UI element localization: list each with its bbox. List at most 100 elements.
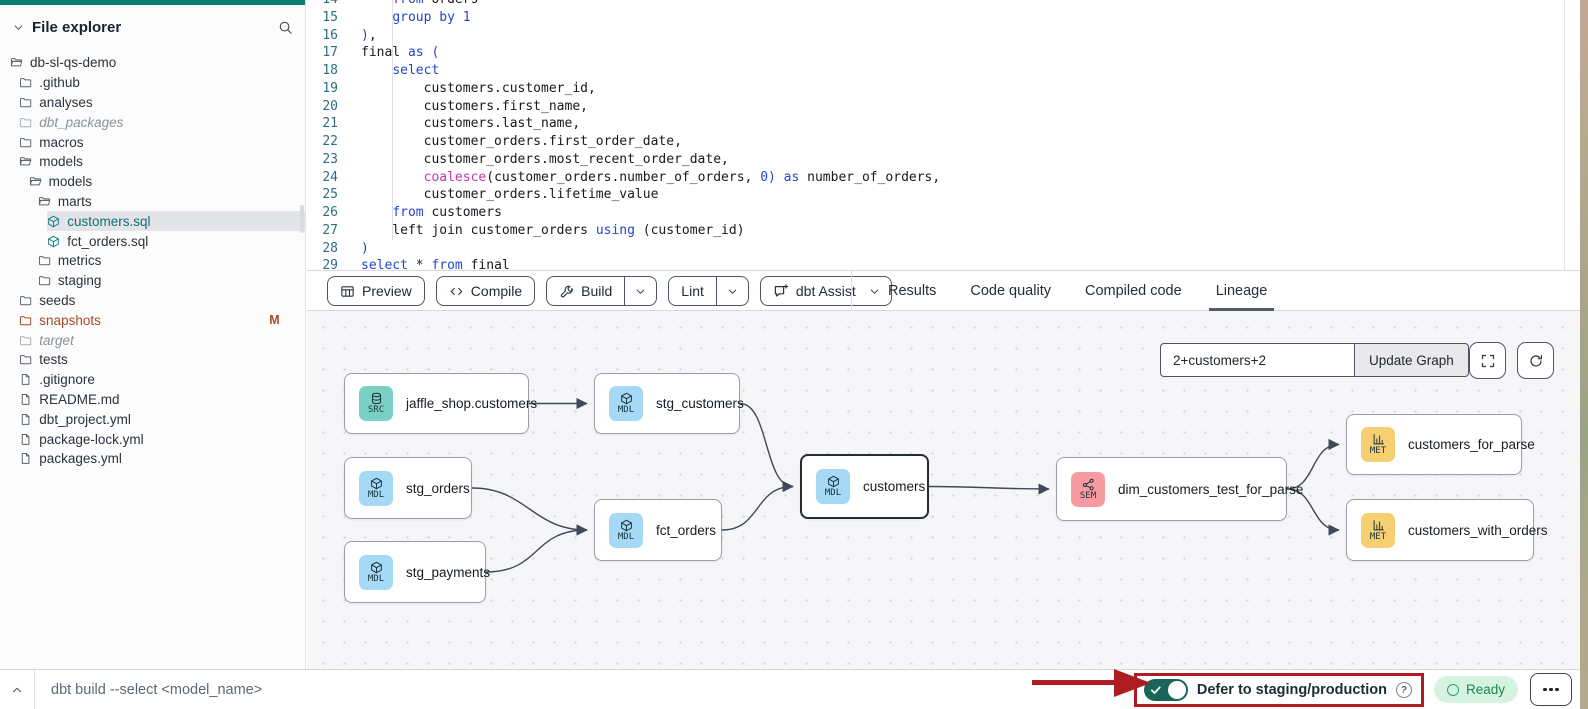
lint-dropdown[interactable] bbox=[716, 277, 748, 305]
sem-icon bbox=[1082, 478, 1095, 491]
dbt-assist-icon bbox=[773, 283, 789, 299]
tab-results[interactable]: Results bbox=[888, 271, 936, 311]
tree-item-dbt-project-yml[interactable]: dbt_project.yml bbox=[19, 409, 305, 429]
tree-item-label: fct_orders.sql bbox=[67, 234, 148, 249]
folder-open-icon bbox=[29, 175, 42, 188]
sidebar-scrollbar[interactable] bbox=[300, 205, 304, 233]
preview-icon bbox=[340, 284, 355, 299]
code-line-29: 29select * from final bbox=[307, 257, 1580, 271]
lineage-node-customers[interactable]: MDL customers bbox=[800, 454, 929, 519]
node-type-badge-mdl: MDL bbox=[816, 469, 850, 504]
node-type-label: MDL bbox=[618, 405, 634, 415]
node-type-badge-mdl: MDL bbox=[359, 471, 393, 506]
dbt-command-input[interactable] bbox=[35, 670, 1134, 709]
refresh-icon bbox=[1528, 353, 1544, 369]
node-type-badge-src: SRC bbox=[359, 386, 393, 421]
tree-item-dbt-packages[interactable]: dbt_packages bbox=[19, 112, 305, 132]
line-number: 26 bbox=[307, 204, 351, 222]
tree-item--gitignore[interactable]: .gitignore bbox=[19, 370, 305, 390]
tree-item-target[interactable]: target bbox=[19, 330, 305, 350]
tree-item-tests[interactable]: tests bbox=[19, 350, 305, 370]
file-icon bbox=[19, 452, 32, 465]
met-icon bbox=[1372, 433, 1385, 446]
line-number: 27 bbox=[307, 222, 351, 240]
chevron-down-icon[interactable] bbox=[12, 21, 25, 34]
tree-item-db-sl-qs-demo[interactable]: db-sl-qs-demo bbox=[10, 53, 305, 73]
lint-label: Lint bbox=[681, 283, 704, 299]
help-icon[interactable]: ? bbox=[1395, 680, 1413, 698]
tree-item-packages-yml[interactable]: packages.yml bbox=[19, 449, 305, 469]
line-number: 14 bbox=[307, 0, 351, 9]
node-label: stg_orders bbox=[406, 481, 470, 496]
tree-item-models[interactable]: models bbox=[29, 172, 305, 192]
tree-item-metrics[interactable]: metrics bbox=[38, 251, 305, 271]
lineage-node-src-jaffle[interactable]: SRCjaffle_shop.customers bbox=[344, 373, 529, 434]
build-button[interactable]: Build bbox=[546, 276, 657, 306]
tree-item-label: macros bbox=[39, 135, 83, 150]
lineage-selector-input[interactable] bbox=[1160, 343, 1354, 377]
line-number: 18 bbox=[307, 62, 351, 80]
tree-item-models[interactable]: models bbox=[19, 152, 305, 172]
tree-item-marts[interactable]: marts bbox=[38, 192, 305, 212]
tree-item-staging[interactable]: staging bbox=[38, 271, 305, 291]
preview-button[interactable]: Preview bbox=[327, 276, 425, 306]
update-graph-button[interactable]: Update Graph bbox=[1354, 343, 1469, 377]
lineage-selector-group: Update Graph bbox=[1160, 343, 1469, 377]
tree-item-label: dbt_packages bbox=[39, 115, 123, 130]
node-type-label: MDL bbox=[618, 532, 634, 542]
lineage-node-fct-orders[interactable]: MDLfct_orders bbox=[594, 499, 722, 561]
tree-item-snapshots[interactable]: snapshotsM bbox=[19, 310, 305, 330]
tree-item-label: .gitignore bbox=[39, 372, 95, 387]
tab-compiled-code[interactable]: Compiled code bbox=[1085, 271, 1182, 311]
edge-stg_orders-to-fct_orders bbox=[472, 488, 587, 530]
build-dropdown[interactable] bbox=[624, 277, 656, 305]
tree-item-seeds[interactable]: seeds bbox=[19, 291, 305, 311]
edge-customers-to-dim_customers bbox=[929, 487, 1049, 490]
tree-item-analyses[interactable]: analyses bbox=[19, 93, 305, 113]
tree-item-customers-sql[interactable]: customers.sql bbox=[47, 211, 305, 231]
lineage-node-dim-customers[interactable]: SEMdim_customers_test_for_parse bbox=[1056, 457, 1287, 521]
tree-item-readme-md[interactable]: README.md bbox=[19, 390, 305, 410]
tree-item-macros[interactable]: macros bbox=[19, 132, 305, 152]
folder-icon bbox=[19, 353, 32, 366]
lineage-node-with-orders[interactable]: METcustomers_with_orders bbox=[1346, 499, 1534, 561]
ready-label: Ready bbox=[1466, 682, 1505, 697]
tree-item-package-lock-yml[interactable]: package-lock.yml bbox=[19, 429, 305, 449]
lineage-node-stg-customers[interactable]: MDLstg_customers bbox=[594, 373, 740, 434]
model-cube-icon bbox=[47, 235, 60, 248]
defer-label: Defer to staging/production bbox=[1197, 682, 1387, 698]
tree-item-label: models bbox=[49, 174, 93, 189]
lineage-node-stg-orders[interactable]: MDL stg_orders bbox=[344, 457, 472, 519]
lint-button[interactable]: Lint bbox=[668, 276, 749, 306]
tree-item-label: marts bbox=[58, 194, 92, 209]
tree-item--github[interactable]: .github bbox=[19, 73, 305, 93]
node-label: stg_customers bbox=[656, 396, 744, 411]
folder-icon bbox=[38, 254, 51, 267]
editor-toolbar: PreviewCompileBuildLintdbt Assist Result… bbox=[307, 271, 1580, 311]
toggle-knob bbox=[1168, 681, 1186, 699]
tab-code-quality[interactable]: Code quality bbox=[970, 271, 1051, 311]
editor-scrollbar-track[interactable] bbox=[1564, 0, 1565, 270]
lineage-node-for-parse[interactable]: METcustomers_for_parse bbox=[1346, 414, 1522, 475]
code-line-28: 28) bbox=[307, 240, 1580, 258]
build-label: Build bbox=[581, 283, 612, 299]
more-options-button[interactable] bbox=[1530, 673, 1572, 706]
compile-button[interactable]: Compile bbox=[436, 276, 535, 306]
build-icon bbox=[559, 284, 574, 299]
node-label: stg_payments bbox=[406, 565, 490, 580]
tree-item-fct-orders-sql[interactable]: fct_orders.sql bbox=[47, 231, 305, 251]
fullscreen-button[interactable] bbox=[1469, 342, 1506, 379]
refresh-graph-button[interactable] bbox=[1517, 342, 1554, 379]
node-label: customers bbox=[863, 479, 925, 494]
tab-lineage[interactable]: Lineage bbox=[1216, 271, 1268, 311]
code-editor[interactable]: 14 from orders15 group by 116),17final a… bbox=[307, 0, 1580, 271]
lineage-node-stg-payments[interactable]: MDLstg_payments bbox=[344, 541, 486, 603]
tree-item-label: tests bbox=[39, 352, 68, 367]
file-explorer-title: File explorer bbox=[32, 19, 121, 36]
status-badge[interactable]: Ready bbox=[1434, 676, 1518, 703]
expand-command-bar-button[interactable] bbox=[0, 670, 34, 709]
chevron-up-icon bbox=[10, 683, 24, 697]
model-icon bbox=[370, 561, 383, 574]
search-icon[interactable] bbox=[278, 20, 293, 35]
folder-icon bbox=[19, 136, 32, 149]
